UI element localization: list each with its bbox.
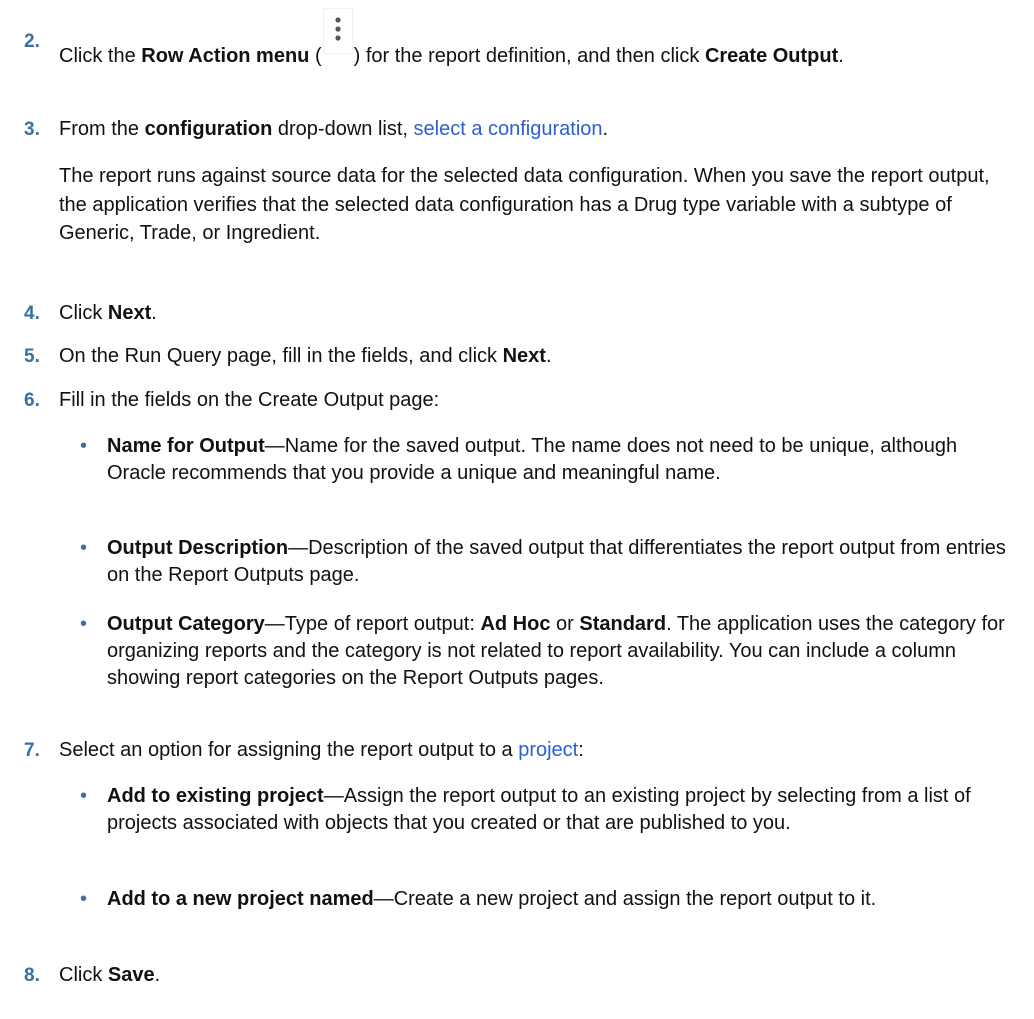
step-text: Click Save. xyxy=(59,964,161,986)
step-number: 3. xyxy=(24,119,40,140)
step-text: On the Run Query page, fill in the field… xyxy=(59,345,552,367)
row-action-menu-label: Row Action menu xyxy=(141,45,310,67)
step-text: Select an option for assigning the repor… xyxy=(59,739,584,761)
step-text: Fill in the fields on the Create Output … xyxy=(59,389,440,411)
step-text: Click Next. xyxy=(59,302,157,324)
bullet-text: Add to a new project named—Create a new … xyxy=(107,888,877,910)
bullet-text: Add to existing project—Assign the repor… xyxy=(107,785,971,834)
bullet-text: Name for Output—Name for the saved outpu… xyxy=(107,435,958,484)
step-number: 6. xyxy=(24,390,40,411)
bullet-text: Output Description—Description of the sa… xyxy=(107,537,1006,586)
procedure-page: 2. Click the Row Action menu () for the … xyxy=(0,0,1034,1019)
bullet-text: Output Category—Type of report output: A… xyxy=(107,613,1005,689)
select-configuration-link[interactable]: select a configuration xyxy=(414,118,603,140)
kebab-menu-icon xyxy=(322,8,353,70)
step-text: Click the Row Action menu () for the rep… xyxy=(59,8,1019,70)
step-3-paragraph: The report runs against source data for … xyxy=(59,165,990,244)
bullet-icon: • xyxy=(80,785,88,807)
bullet-icon: • xyxy=(80,888,88,910)
step-number: 2. xyxy=(24,31,40,52)
project-link[interactable]: project xyxy=(518,739,578,761)
bullet-icon: • xyxy=(80,613,88,635)
step-number: 5. xyxy=(24,346,40,367)
step-text: From the configuration drop-down list, s… xyxy=(59,118,609,140)
step-number: 7. xyxy=(24,740,40,761)
step-number: 8. xyxy=(24,965,40,986)
step-number: 4. xyxy=(24,303,40,324)
bullet-icon: • xyxy=(80,435,88,457)
bullet-icon: • xyxy=(80,537,88,559)
create-output-label: Create Output xyxy=(704,45,839,67)
